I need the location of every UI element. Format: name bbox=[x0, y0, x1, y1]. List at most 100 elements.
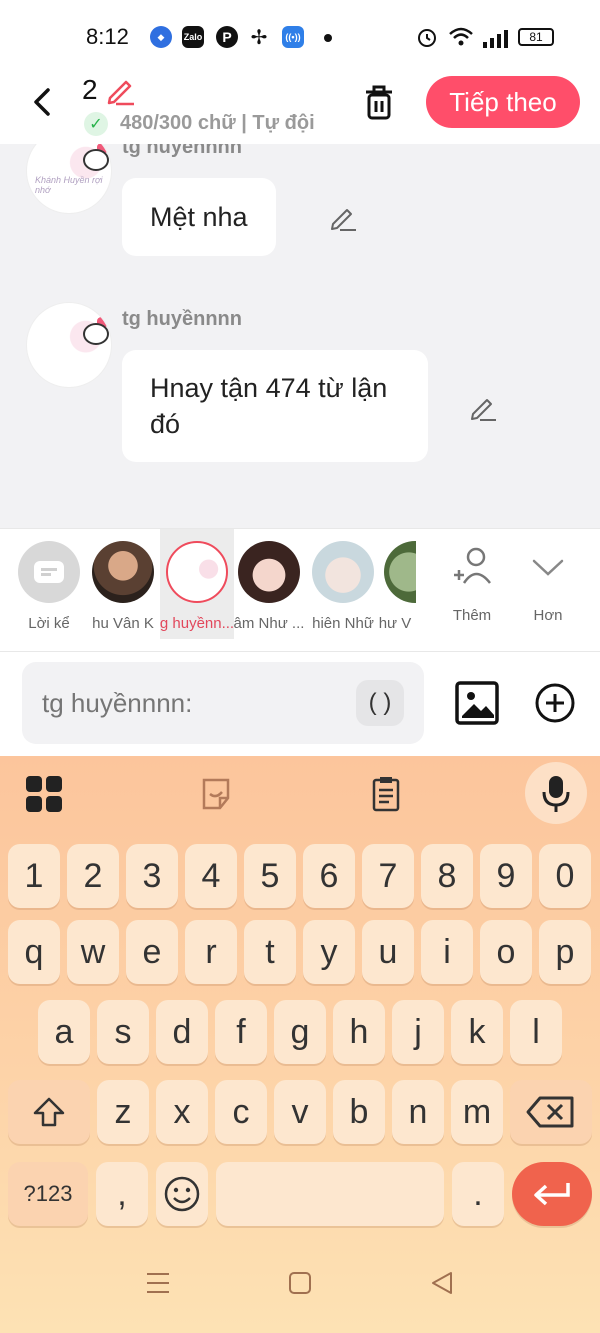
key-n[interactable]: n bbox=[392, 1080, 444, 1144]
key-8[interactable]: 8 bbox=[421, 844, 473, 908]
edit-message-icon[interactable] bbox=[468, 392, 498, 422]
backspace-icon bbox=[526, 1096, 574, 1128]
next-button[interactable]: Tiếp theo bbox=[426, 76, 580, 128]
word-count: 480/300 chữ | Tự đội bbox=[120, 112, 315, 134]
pinwheel-icon: ✢ bbox=[250, 26, 268, 49]
narrator-icon bbox=[18, 541, 80, 603]
trash-icon[interactable] bbox=[360, 82, 398, 122]
key-m[interactable]: m bbox=[451, 1080, 503, 1144]
key-o[interactable]: o bbox=[480, 920, 532, 984]
symbols-key[interactable]: ?123 bbox=[8, 1162, 88, 1226]
key-4[interactable]: 4 bbox=[185, 844, 237, 908]
key-9[interactable]: 9 bbox=[480, 844, 532, 908]
backspace-key[interactable] bbox=[510, 1080, 592, 1144]
key-3[interactable]: 3 bbox=[126, 844, 178, 908]
emoji-key[interactable] bbox=[156, 1162, 208, 1226]
key-comma[interactable]: , bbox=[96, 1162, 148, 1226]
signal-icon bbox=[483, 30, 508, 48]
key-5[interactable]: 5 bbox=[244, 844, 296, 908]
edit-message-icon[interactable] bbox=[328, 202, 358, 232]
add-person-icon bbox=[454, 547, 491, 584]
character-item[interactable]: hiên Nhữ bbox=[306, 529, 380, 639]
pencil-icon[interactable] bbox=[104, 74, 136, 106]
key-b[interactable]: b bbox=[333, 1080, 385, 1144]
return-icon bbox=[534, 1183, 570, 1206]
key-0[interactable]: 0 bbox=[539, 844, 591, 908]
parenthesis-button[interactable]: ( ) bbox=[356, 680, 404, 726]
key-d[interactable]: d bbox=[156, 1000, 208, 1064]
battery-indicator: 81 bbox=[518, 28, 554, 46]
key-6[interactable]: 6 bbox=[303, 844, 355, 908]
avatar bbox=[384, 541, 416, 603]
key-p[interactable]: p bbox=[539, 920, 591, 984]
add-character-button[interactable]: Thêm bbox=[440, 529, 504, 649]
key-c[interactable]: c bbox=[215, 1080, 267, 1144]
back-icon[interactable] bbox=[24, 82, 60, 122]
avatar-script: Khánh Huyền rợi nhớ bbox=[35, 175, 103, 195]
more-label: Hơn bbox=[533, 607, 563, 624]
character-item[interactable]: hu Vân K bbox=[86, 529, 160, 639]
key-1[interactable]: 1 bbox=[8, 844, 60, 908]
avatar bbox=[312, 541, 374, 603]
character-narrator[interactable]: Lời kể bbox=[12, 529, 86, 639]
avatar bbox=[92, 541, 154, 603]
return-key[interactable] bbox=[512, 1162, 592, 1226]
back-nav-icon[interactable] bbox=[429, 1270, 455, 1296]
key-q[interactable]: q bbox=[8, 920, 60, 984]
message-bubble[interactable]: Hnay tận 474 từ lận đó bbox=[122, 350, 428, 462]
key-h[interactable]: h bbox=[333, 1000, 385, 1064]
key-i[interactable]: i bbox=[421, 920, 473, 984]
key-k[interactable]: k bbox=[451, 1000, 503, 1064]
avatar bbox=[166, 541, 228, 603]
key-t[interactable]: t bbox=[244, 920, 296, 984]
mic-button[interactable] bbox=[525, 762, 587, 824]
chapter-count: 2 bbox=[82, 74, 98, 105]
character-item[interactable]: hư V bbox=[378, 529, 416, 639]
key-r[interactable]: r bbox=[185, 920, 237, 984]
zalo-icon: Zalo bbox=[182, 26, 204, 48]
key-f[interactable]: f bbox=[215, 1000, 267, 1064]
key-a[interactable]: a bbox=[38, 1000, 90, 1064]
character-item-selected[interactable]: g huyềnn... bbox=[160, 529, 234, 639]
character-label: hiên Nhữ bbox=[312, 615, 374, 632]
apps-grid-icon[interactable] bbox=[24, 774, 64, 814]
avatar[interactable]: Khánh Huyền rợi nhớ bbox=[26, 144, 112, 214]
key-w[interactable]: w bbox=[67, 920, 119, 984]
keyboard: 1 2 3 4 5 6 7 8 9 0 q w e r t y u i o p … bbox=[0, 756, 600, 1333]
key-s[interactable]: s bbox=[97, 1000, 149, 1064]
key-period[interactable]: . bbox=[452, 1162, 504, 1226]
home-icon[interactable] bbox=[287, 1270, 313, 1296]
key-v[interactable]: v bbox=[274, 1080, 326, 1144]
status-bar: 8:12 ◆ Zalo P ✢ ((•)) 81 bbox=[0, 0, 600, 72]
status-time: 8:12 bbox=[86, 24, 129, 49]
key-2[interactable]: 2 bbox=[67, 844, 119, 908]
clipboard-icon[interactable] bbox=[366, 774, 406, 814]
chevron-down-icon bbox=[532, 559, 564, 576]
space-key[interactable] bbox=[216, 1162, 444, 1226]
key-u[interactable]: u bbox=[362, 920, 414, 984]
key-l[interactable]: l bbox=[510, 1000, 562, 1064]
wifi-icon bbox=[449, 27, 473, 46]
more-button[interactable]: Hơn bbox=[516, 529, 580, 649]
emoji-icon bbox=[164, 1176, 200, 1212]
image-icon[interactable] bbox=[454, 680, 500, 726]
notification-dot bbox=[324, 34, 332, 42]
key-7[interactable]: 7 bbox=[362, 844, 414, 908]
key-j[interactable]: j bbox=[392, 1000, 444, 1064]
character-item[interactable]: âm Như ... bbox=[232, 529, 306, 639]
message-bubble[interactable]: Mệt nha bbox=[122, 178, 276, 256]
key-e[interactable]: e bbox=[126, 920, 178, 984]
hotspot-icon: ((•)) bbox=[282, 26, 304, 48]
character-strip: Lời kể hu Vân K g huyềnn... âm Như ... h… bbox=[0, 528, 600, 652]
key-g[interactable]: g bbox=[274, 1000, 326, 1064]
editor-header: 2 ✓ 480/300 chữ | Tự đội Tiếp theo bbox=[0, 72, 600, 144]
key-x[interactable]: x bbox=[156, 1080, 208, 1144]
shift-key[interactable] bbox=[8, 1080, 90, 1144]
sticker-icon[interactable] bbox=[196, 774, 236, 814]
chat-area: Khánh Huyền rợi nhớ tg huyềnnnn Mệt nha … bbox=[0, 144, 600, 528]
menu-icon[interactable] bbox=[145, 1270, 171, 1296]
key-y[interactable]: y bbox=[303, 920, 355, 984]
key-z[interactable]: z bbox=[97, 1080, 149, 1144]
add-icon[interactable] bbox=[534, 682, 576, 724]
avatar[interactable] bbox=[26, 302, 112, 388]
